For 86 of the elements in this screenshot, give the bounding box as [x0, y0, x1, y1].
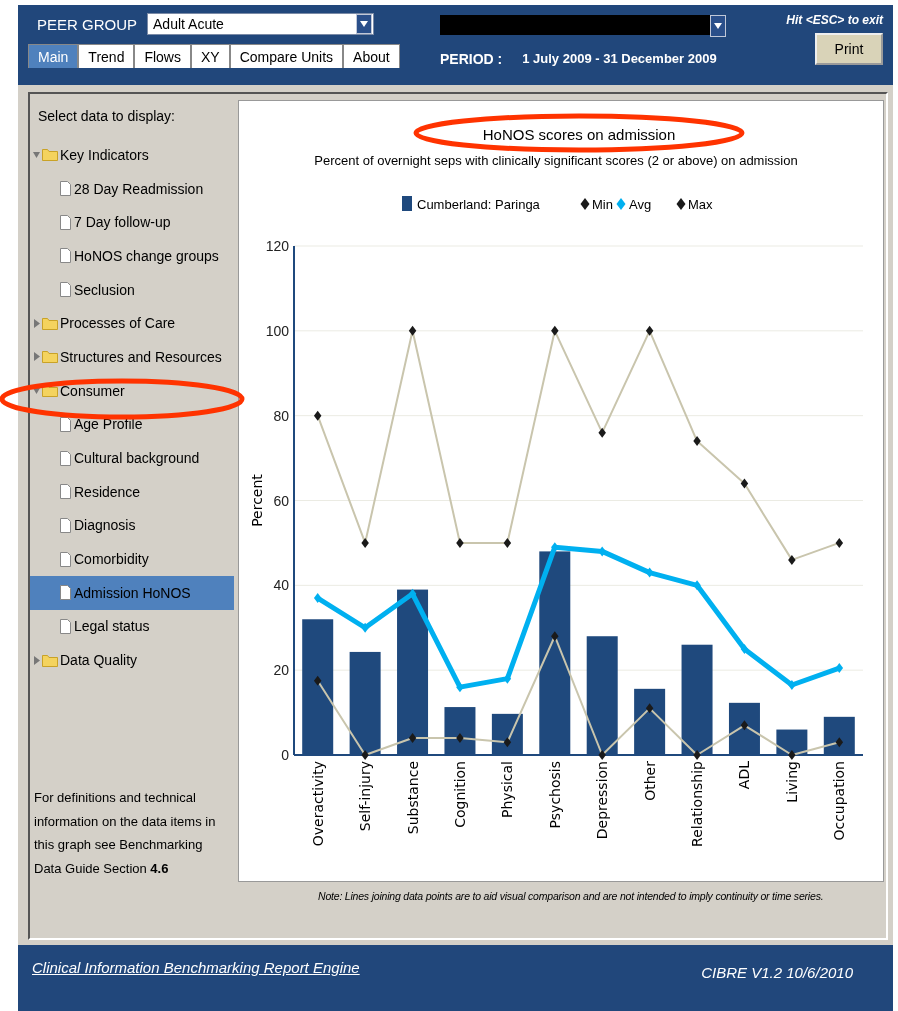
tab[interactable]: Trend — [78, 44, 135, 68]
version-text: CIBRE V1.2 10/6/2010 — [701, 963, 853, 983]
chart-subtitle: Percent of overnight seps with clinically significant scores (2 or above) on admission — [314, 153, 798, 168]
tab[interactable]: XY — [191, 44, 230, 68]
document-icon — [60, 248, 71, 264]
legend-marker-icon — [676, 198, 686, 210]
category-label: Depression — [594, 761, 611, 840]
document-icon — [60, 585, 71, 601]
tree-item[interactable]: Comorbidity — [30, 542, 234, 576]
peer-group-label: PEER GROUP — [36, 15, 138, 33]
tick-label: 40 — [273, 577, 289, 594]
document-icon — [60, 517, 71, 533]
legend-label: Max — [688, 197, 713, 212]
category-label: Overactivity — [309, 761, 326, 847]
legend-label: Avg — [629, 197, 652, 212]
category-label: Other — [641, 761, 658, 801]
collapsed-triangle-icon[interactable] — [33, 655, 40, 665]
tree-item[interactable]: Seclusion — [30, 272, 234, 307]
tick-label: 60 — [273, 492, 289, 509]
document-icon — [60, 214, 71, 230]
tree-folder[interactable]: Processes of Care — [60, 315, 176, 332]
expanded-triangle-icon[interactable] — [33, 386, 40, 396]
esc-hint: Hit <ESC> to exit — [786, 13, 883, 27]
category-label: Self-injury — [357, 761, 374, 832]
collapsed-triangle-icon[interactable] — [33, 352, 40, 362]
chart-note: Note: Lines joining data points are to aid visual comparison and are not intended to imply continuity or time series. — [318, 890, 824, 902]
peer-group-dropdown[interactable]: Adult Acute — [147, 13, 375, 35]
tick-label: 100 — [265, 322, 289, 339]
tree-item[interactable]: Cultural background — [30, 441, 234, 475]
print-button[interactable]: Print — [815, 33, 883, 65]
tree-folder[interactable]: Structures and Resources — [60, 348, 222, 365]
document-icon — [60, 551, 71, 567]
tree-folder[interactable]: Consumer — [60, 382, 125, 399]
category-label: Psychosis — [546, 761, 563, 829]
category-label: Physical — [499, 761, 516, 818]
folder-icon — [42, 653, 58, 667]
tab[interactable]: Main — [28, 44, 79, 68]
footer-link[interactable]: Clinical Information Benchmarking Report Engine — [32, 959, 360, 1011]
tab[interactable]: Compare Units — [229, 44, 344, 68]
category-label: Living — [783, 761, 800, 803]
document-icon — [60, 416, 71, 432]
tree-item[interactable]: HoNOS change groups — [30, 239, 234, 273]
tree-item[interactable]: Age Profile — [30, 407, 234, 442]
dropdown-button[interactable] — [710, 15, 726, 37]
tree-folder[interactable]: Key Indicators — [60, 146, 149, 163]
legend-label: Cumberland: Paringa — [417, 197, 540, 212]
collapsed-triangle-icon[interactable] — [33, 318, 40, 328]
category-label: Cognition — [451, 761, 468, 828]
footnote: For definitions and technical information on the data items in this graph see Benchmarking Data Guide Section 4.6 — [33, 789, 217, 878]
caret-icon — [714, 23, 722, 29]
tree-item[interactable]: Admission HoNOS — [30, 575, 234, 610]
folder-icon — [42, 384, 58, 398]
legend-marker-icon — [580, 198, 590, 210]
tree-item[interactable]: 7 Day follow-up — [30, 205, 234, 240]
legend-marker-icon — [616, 198, 626, 210]
tree-item[interactable]: Legal status — [30, 609, 234, 644]
chart-title: HoNOS scores on admission — [482, 126, 676, 143]
document-icon — [60, 282, 71, 298]
tree-folder[interactable]: Data Quality — [60, 652, 138, 669]
sidebar-heading: Select data to display: — [37, 108, 176, 124]
document-icon — [60, 181, 71, 197]
expanded-triangle-icon[interactable] — [33, 150, 40, 160]
legend-label: Min — [592, 197, 613, 212]
category-label: ADL — [736, 761, 753, 790]
caret-icon — [360, 21, 369, 27]
tab[interactable]: About — [343, 44, 400, 68]
folder-icon — [42, 316, 58, 330]
period-label: PERIOD : — [440, 51, 503, 67]
folder-icon — [42, 350, 58, 364]
tree-item[interactable]: Residence — [30, 474, 234, 509]
tick-label: 0 — [281, 747, 289, 763]
document-icon — [60, 450, 71, 466]
period-value: 1 July 2009 - 31 December 2009 — [522, 51, 717, 67]
axis-title: Percent — [249, 474, 265, 527]
tree-item[interactable]: 28 Day Readmission — [30, 171, 234, 206]
tick-label: 120 — [265, 238, 289, 254]
category-label: Relationship — [689, 761, 706, 847]
folder-icon — [42, 148, 58, 162]
tick-label: 20 — [273, 662, 289, 679]
tick-label: 80 — [273, 407, 289, 424]
document-icon — [60, 618, 71, 634]
document-icon — [60, 484, 71, 500]
category-label: Substance — [404, 761, 421, 835]
tab[interactable]: Flows — [134, 44, 191, 68]
tree-item[interactable]: Diagnosis — [30, 508, 234, 543]
category-label: Occupation — [831, 761, 848, 841]
